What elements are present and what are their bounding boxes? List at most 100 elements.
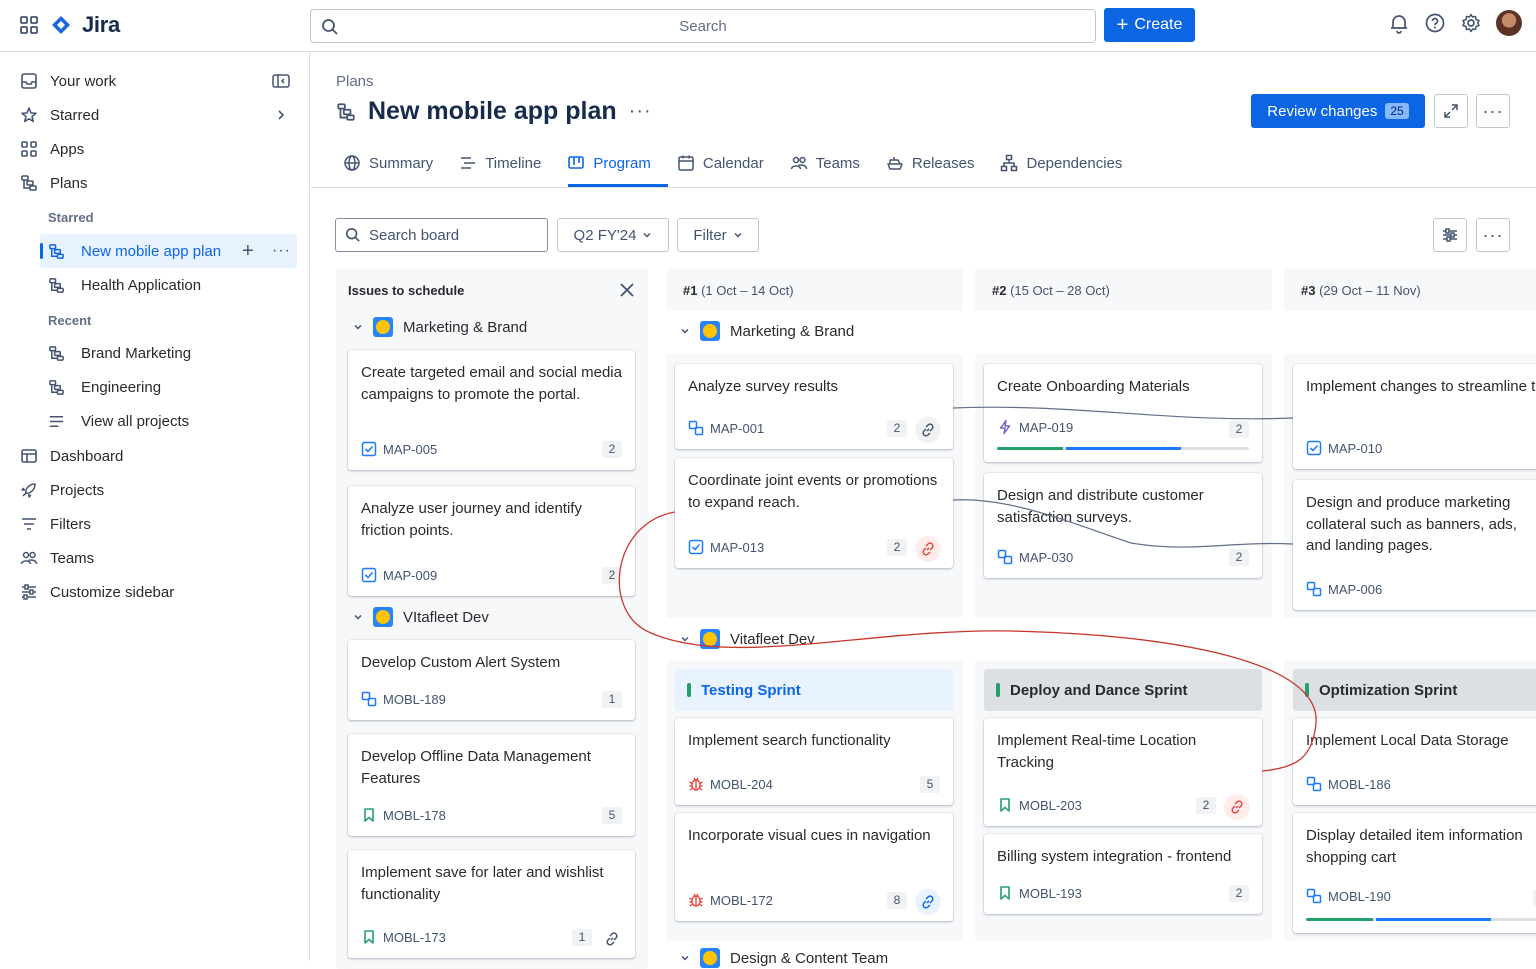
card-title: Implement save for later and wishlist fu… <box>361 864 604 903</box>
tab-summary[interactable]: Summary <box>343 148 433 178</box>
estimate-badge: 2 <box>887 539 907 556</box>
tab-releases[interactable]: Releases <box>886 148 974 178</box>
sidebar-item-filters[interactable]: Filters <box>20 509 91 539</box>
sidebar-item-plans[interactable]: Plans <box>20 168 88 198</box>
sidebar-item-projects[interactable]: Projects <box>20 475 104 505</box>
issue-card[interactable]: Billing system integration - frontend MO… <box>984 834 1262 914</box>
breadcrumb[interactable]: Plans <box>336 73 374 90</box>
issue-card[interactable]: Implement Real-time Location Tracking MO… <box>984 718 1262 826</box>
issue-card[interactable]: Display detailed item information shoppi… <box>1293 813 1536 933</box>
issue-card[interactable]: Design and distribute customer satisfact… <box>984 473 1262 578</box>
sprint-card-deploy[interactable]: Deploy and Dance Sprint <box>984 669 1262 711</box>
create-button[interactable]: + Create <box>1104 8 1195 42</box>
sprint-card-optimization[interactable]: Optimization Sprint <box>1293 669 1536 711</box>
sprint-card-testing[interactable]: Testing Sprint <box>675 669 953 711</box>
estimate-badge: 2 <box>602 567 622 584</box>
tab-teams[interactable]: Teams <box>790 148 860 178</box>
tab-calendar[interactable]: Calendar <box>677 148 764 178</box>
issue-card[interactable]: Create targeted email and social media c… <box>348 350 635 470</box>
sidebar-item-starred[interactable]: Starred <box>20 100 290 130</box>
app-switcher-icon[interactable] <box>18 14 40 36</box>
estimate-badge: 2 <box>1196 797 1216 814</box>
issue-card[interactable]: Develop Custom Alert System MOBL-189 1 <box>348 640 635 720</box>
collapse-sidebar-icon[interactable] <box>272 73 290 89</box>
sidebar-item-customize[interactable]: Customize sidebar <box>20 577 174 607</box>
sprint-dates: (15 Oct – 28 Oct) <box>1010 283 1110 298</box>
issue-card[interactable]: Analyze survey results MAP-001 2 <box>675 364 953 449</box>
quarter-value: Q2 FY'24 <box>573 226 637 244</box>
review-changes-button[interactable]: Review changes 25 <box>1251 94 1425 128</box>
issue-card[interactable]: Implement save for later and wishlist fu… <box>348 850 635 958</box>
broken-link-icon[interactable] <box>915 536 941 562</box>
sidebar-item-teams[interactable]: Teams <box>20 543 94 573</box>
chevron-down-icon <box>681 636 689 642</box>
add-plus-icon[interactable]: + <box>242 240 254 263</box>
sidebar-plan-new-mobile-app[interactable]: New mobile app plan + ··· <box>48 236 291 266</box>
plans-icon <box>49 345 64 361</box>
issue-card[interactable]: Analyze user journey and identify fricti… <box>348 486 635 596</box>
board-more-button[interactable]: ··· <box>1476 218 1510 252</box>
more-actions-icon[interactable]: ··· <box>272 242 291 260</box>
view-settings-button[interactable] <box>1433 218 1467 252</box>
ship-icon <box>887 157 903 170</box>
issue-card[interactable]: Coordinate joint events or promotions to… <box>675 458 953 568</box>
tab-dependencies[interactable]: Dependencies <box>1000 148 1122 178</box>
sidebar-plan-brand-marketing[interactable]: Brand Marketing <box>48 338 191 368</box>
sidebar-item-apps[interactable]: Apps <box>20 134 84 164</box>
team-avatar-icon <box>373 607 393 627</box>
help-icon[interactable] <box>1424 12 1446 34</box>
tab-timeline[interactable]: Timeline <box>459 148 541 178</box>
sidebar-item-dashboard[interactable]: Dashboard <box>20 441 123 471</box>
card-title: Display detailed item information shoppi… <box>1306 827 1523 866</box>
issue-card[interactable]: Implement Local Data Storage MOBL-186 <box>1293 718 1536 805</box>
close-icon[interactable] <box>618 281 636 299</box>
link-icon[interactable] <box>599 926 625 952</box>
estimate-badge: 2 <box>1229 421 1249 438</box>
plan-tabs: Summary Timeline Program Calendar Teams … <box>343 148 1122 178</box>
issue-key: MOBL-172 <box>710 892 773 908</box>
more-actions-button[interactable]: ··· <box>1476 94 1510 128</box>
subtask-icon <box>1306 889 1322 904</box>
sidebar-plan-health-application[interactable]: Health Application <box>48 270 201 300</box>
issue-card[interactable]: Create Onboarding Materials MAP-019 2 <box>984 364 1262 462</box>
issue-key: MOBL-186 <box>1328 776 1391 792</box>
issue-key: MOBL-204 <box>710 776 773 792</box>
broken-link-icon[interactable] <box>1224 794 1250 820</box>
board-search-input[interactable]: Search board <box>335 218 548 252</box>
title-more-icon[interactable]: ··· <box>629 100 652 123</box>
sidebar-item-label: Filters <box>50 515 91 533</box>
app-logo[interactable]: Jira <box>18 12 120 38</box>
plans-icon <box>49 243 64 259</box>
swimlane-design[interactable]: Design & Content Team <box>680 948 888 968</box>
global-search-input[interactable]: Search <box>310 9 1096 43</box>
filter-dropdown[interactable]: Filter <box>677 218 759 252</box>
sidebar-plan-engineering[interactable]: Engineering <box>48 372 161 402</box>
tab-program[interactable]: Program <box>567 148 651 178</box>
team-group-marketing[interactable]: Marketing & Brand <box>353 317 527 337</box>
plans-icon <box>49 277 64 293</box>
sidebar-item-your-work[interactable]: Your work <box>20 66 290 96</box>
swimlane-vitafleet[interactable]: Vitafleet Dev <box>680 629 815 649</box>
user-avatar[interactable] <box>1496 10 1522 36</box>
team-group-vitafleet[interactable]: VItafleet Dev <box>353 607 489 627</box>
issue-card[interactable]: Develop Offline Data Management Features… <box>348 734 635 836</box>
link-icon[interactable] <box>915 417 941 443</box>
quarter-dropdown[interactable]: Q2 FY'24 <box>557 218 669 252</box>
tab-label: Program <box>593 154 651 172</box>
issue-card[interactable]: Implement search functionality MOBL-204 … <box>675 718 953 805</box>
notifications-bell-icon[interactable] <box>1388 12 1410 34</box>
dashboard-icon <box>21 449 37 463</box>
link-icon[interactable] <box>915 889 941 915</box>
issue-card[interactable]: Incorporate visual cues in navigation MO… <box>675 813 953 921</box>
issue-card[interactable]: Implement changes to streamline the sign… <box>1293 364 1536 469</box>
selected-item-indicator <box>40 243 43 259</box>
subtask-icon <box>688 421 704 436</box>
swimlane-marketing[interactable]: Marketing & Brand <box>680 321 854 341</box>
issue-card[interactable]: Design and produce marketing collateral … <box>1293 480 1536 610</box>
settings-gear-icon[interactable] <box>1460 12 1482 34</box>
expand-icon <box>1444 104 1458 118</box>
sidebar-view-all-projects[interactable]: View all projects <box>48 406 189 436</box>
fullscreen-button[interactable] <box>1434 94 1468 128</box>
task-icon <box>688 540 704 555</box>
sprint-dates: (1 Oct – 14 Oct) <box>701 283 794 298</box>
